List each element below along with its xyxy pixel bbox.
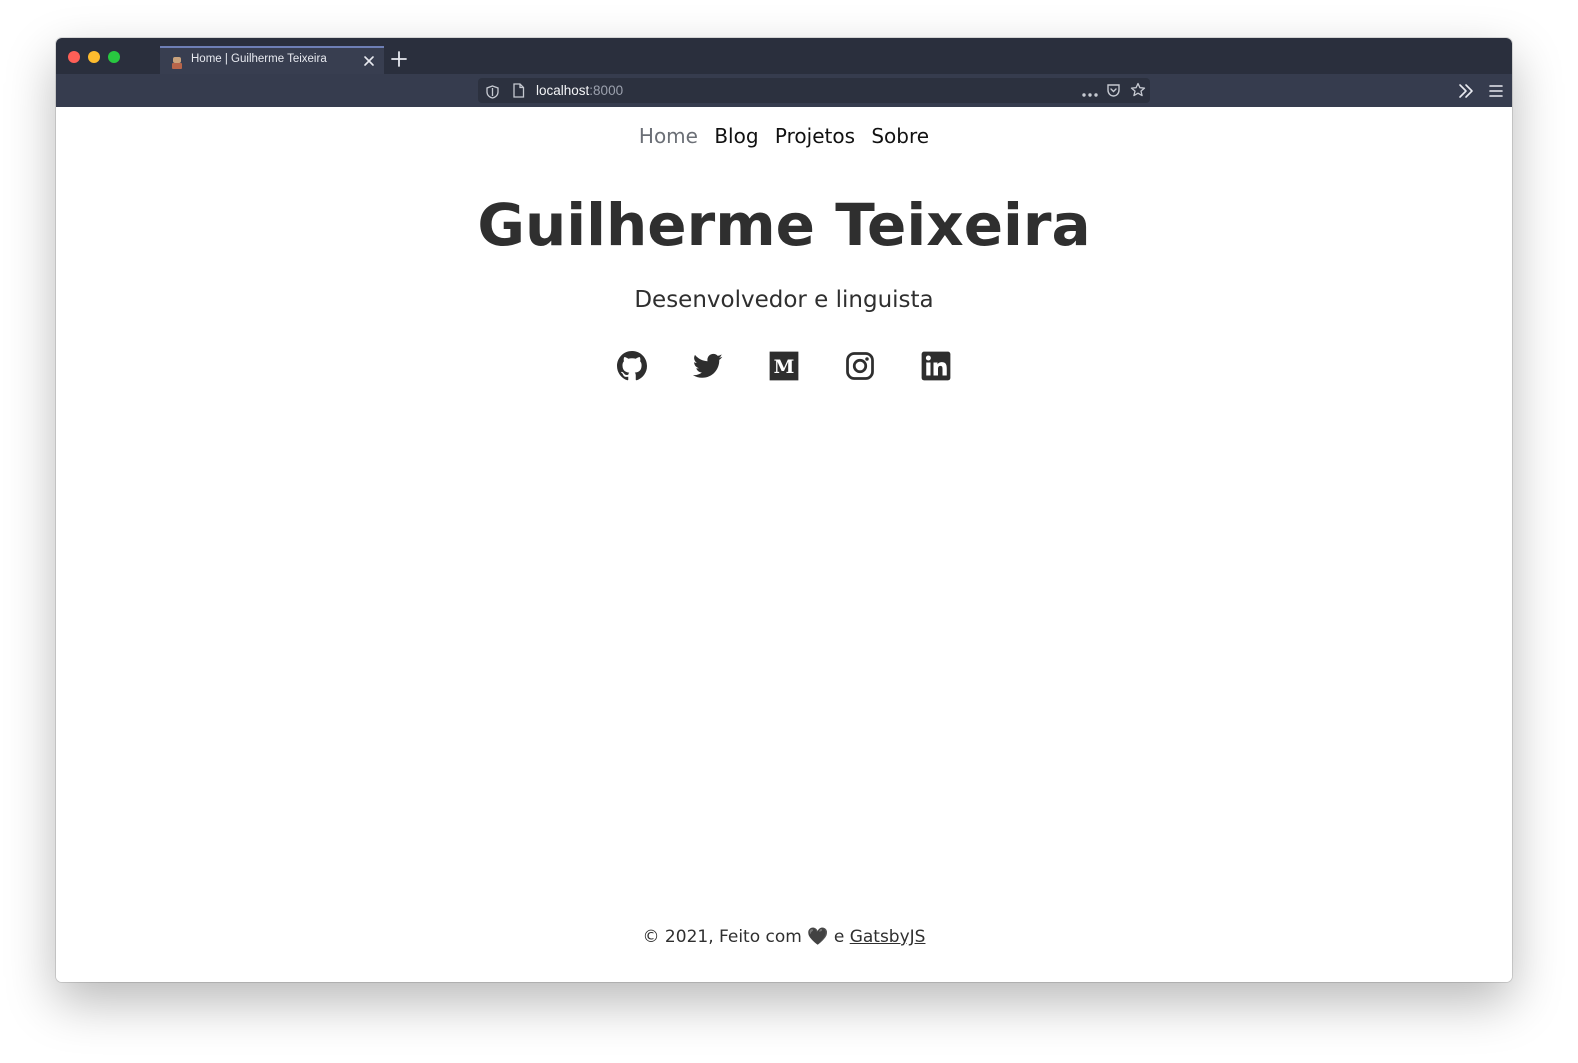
url-text[interactable]: localhost:8000 xyxy=(536,83,623,98)
close-window-button[interactable] xyxy=(68,51,80,63)
bookmark-star-icon[interactable] xyxy=(1130,82,1146,98)
navigation-toolbar: localhost:8000 xyxy=(56,74,1512,107)
linkedin-icon xyxy=(921,351,951,381)
tab-home[interactable]: Home | Guilherme Teixeira xyxy=(160,46,384,74)
medium-link[interactable]: M xyxy=(769,351,799,381)
tab-title: Home | Guilherme Teixeira xyxy=(191,53,327,65)
twitter-link[interactable] xyxy=(692,351,723,381)
social-links: M xyxy=(56,351,1512,381)
url-host: localhost xyxy=(536,83,590,98)
browser-window: Home | Guilherme Teixeira localhost:8000… xyxy=(56,38,1512,982)
more-actions-icon[interactable] xyxy=(1081,85,1099,97)
medium-icon: M xyxy=(769,351,799,381)
page-content: Home Blog Projetos Sobre Guilherme Teixe… xyxy=(56,107,1512,982)
footer: © 2021, Feito com 🖤 e GatsbyJS xyxy=(56,927,1512,947)
nav-link-projetos[interactable]: Projetos xyxy=(775,124,855,148)
url-port: :8000 xyxy=(589,83,624,98)
nav-link-blog[interactable]: Blog xyxy=(714,124,758,148)
heart-icon: 🖤 xyxy=(807,927,829,947)
linkedin-link[interactable] xyxy=(921,351,951,381)
site-nav: Home Blog Projetos Sobre xyxy=(56,124,1512,148)
hamburger-menu-icon[interactable] xyxy=(1488,83,1504,99)
gatsbyjs-link[interactable]: GatsbyJS xyxy=(850,927,926,947)
page-icon xyxy=(512,83,525,98)
new-tab-icon[interactable] xyxy=(391,51,407,67)
pocket-icon[interactable] xyxy=(1106,83,1121,98)
svg-text:M: M xyxy=(774,356,795,378)
favicon-icon xyxy=(170,55,184,69)
maximize-window-button[interactable] xyxy=(108,51,120,63)
github-link[interactable] xyxy=(617,351,647,381)
url-bar[interactable]: localhost:8000 xyxy=(478,78,1150,103)
footer-conj: e xyxy=(833,927,845,947)
twitter-icon xyxy=(692,353,723,378)
shield-icon[interactable] xyxy=(486,84,499,99)
github-icon xyxy=(617,351,647,381)
minimize-window-button[interactable] xyxy=(88,51,100,63)
instagram-link[interactable] xyxy=(845,351,875,381)
nav-link-home[interactable]: Home xyxy=(639,124,698,148)
hero-title: Guilherme Teixeira xyxy=(477,191,1091,259)
overflow-chevron-icon[interactable] xyxy=(1458,83,1474,99)
hero-subtitle: Desenvolvedor e linguista xyxy=(634,287,934,313)
tab-strip: Home | Guilherme Teixeira xyxy=(56,38,1512,74)
instagram-icon xyxy=(846,352,874,380)
nav-link-sobre[interactable]: Sobre xyxy=(871,124,929,148)
footer-copyright: © 2021, Feito com xyxy=(642,927,802,947)
tab-close-icon[interactable] xyxy=(362,53,376,67)
